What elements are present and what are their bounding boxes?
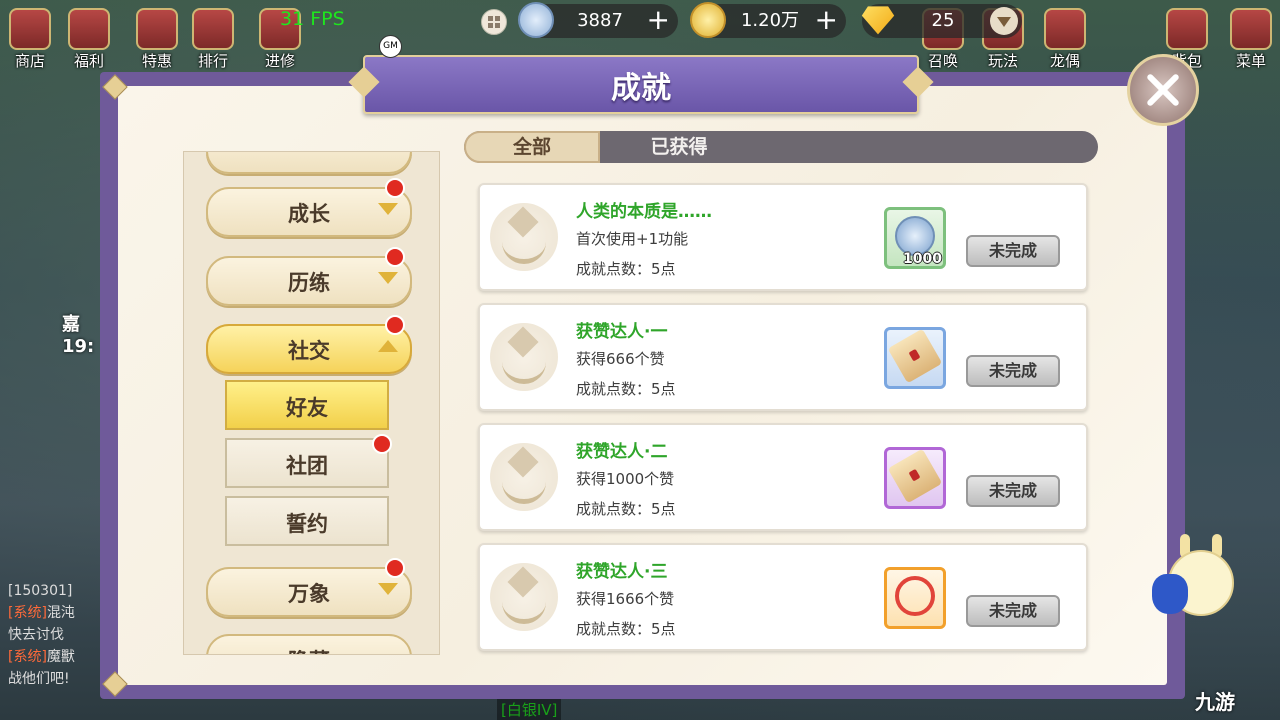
menu-icon [1230,8,1272,50]
moon-star-emblem-icon [490,323,558,391]
reward-item[interactable] [884,447,946,509]
notification-dot [385,558,405,578]
category-social[interactable]: 社交 [206,324,412,374]
achievement-card: 获赞达人·一 获得666个赞 成就点数：5点 未完成 [478,303,1088,411]
achievement-card: 人类的本质是…… 首次使用+1功能 成就点数：5点 1000 未完成 [478,183,1088,291]
subcategory-friends[interactable]: 好友 [225,380,389,430]
corner-ornament-icon [98,667,132,701]
category-list[interactable]: 成长 历练 社交 好友 社团 誓约 万象 隐藏 [183,151,440,655]
welfare-button[interactable]: 福利 [62,6,116,70]
notification-dot [385,247,405,267]
gold-coin-icon [690,2,726,38]
add-silver-button[interactable]: + [647,4,670,36]
notification-dot [385,178,405,198]
category-growth[interactable]: 成长 [206,187,412,237]
status-badge: 未完成 [966,595,1060,627]
special-offer-button[interactable]: 特惠 [130,6,184,70]
reward-item[interactable] [884,567,946,629]
subcategory-guild[interactable]: 社团 [225,438,389,488]
category-myriad[interactable]: 万象 [206,567,412,617]
status-badge: 未完成 [966,235,1060,267]
rank-badge: [白银IV] [497,699,562,720]
category-training[interactable]: 历练 [206,256,412,306]
filter-tabs: 全部 已获得 [464,131,1098,163]
notification-dot [385,315,405,335]
dropdown-arrow-icon[interactable] [990,7,1018,35]
bracelet-icon [895,576,935,616]
chat-log[interactable]: [150301] [系统]混沌 快去讨伐 [系统]魔獸 战他们吧! [8,580,100,690]
subcategory-oath[interactable]: 誓约 [225,496,389,546]
shop-button[interactable]: 商店 [3,6,57,70]
page-title: 成就 [611,71,671,106]
status-badge: 未完成 [966,355,1060,387]
menu-button[interactable]: 菜单 [1224,6,1278,70]
shop-icon [9,8,51,50]
fps-counter: 31 FPS [280,8,345,30]
status-badge: 未完成 [966,475,1060,507]
tab-obtained[interactable]: 已获得 [604,131,754,163]
silver-currency: 3887 + [518,2,678,38]
gold-currency: 1.20万 + [690,2,846,38]
silver-coin-icon [518,2,554,38]
dragon-icon [1044,8,1086,50]
scroll-icon [887,328,943,384]
category-partial-top[interactable] [206,152,412,174]
tab-all[interactable]: 全部 [464,131,600,163]
achievement-card: 获赞达人·三 获得1666个赞 成就点数：5点 未完成 [478,543,1088,651]
mascot-character[interactable] [1150,530,1240,625]
moon-star-emblem-icon [490,563,558,631]
gm-badge[interactable]: GM [379,35,402,58]
reward-item[interactable]: 1000 [884,207,946,269]
corner-ornament-icon [98,70,132,104]
chevron-up-icon [378,340,398,358]
silver-coin-icon [895,216,935,256]
achievement-card: 获赞达人·二 获得1000个赞 成就点数：5点 未完成 [478,423,1088,531]
gift-icon [68,8,110,50]
chevron-down-icon [378,583,398,601]
panel-title-plate: 成就 [348,55,934,114]
moon-star-emblem-icon [490,443,558,511]
diamond-currency: 25 [861,4,1022,38]
ranking-icon [192,8,234,50]
dragon-doll-button[interactable]: 龙偶 [1038,6,1092,70]
reward-item[interactable] [884,327,946,389]
scroll-icon [887,448,943,504]
watermark-logo: 九游 [1195,690,1235,714]
offer-icon [136,8,178,50]
bag-icon [1166,8,1208,50]
category-hidden[interactable]: 隐藏 [206,634,412,654]
ranking-button[interactable]: 排行 [186,6,240,70]
notification-dot [372,434,392,454]
side-clock: 嘉 19: [62,314,95,357]
chevron-down-icon [378,203,398,221]
chevron-down-icon [378,272,398,290]
moon-star-emblem-icon [490,203,558,271]
add-gold-button[interactable]: + [815,4,838,36]
grid-menu-icon[interactable] [481,9,507,35]
close-button[interactable] [1127,54,1199,126]
bag-icon [1152,574,1188,614]
